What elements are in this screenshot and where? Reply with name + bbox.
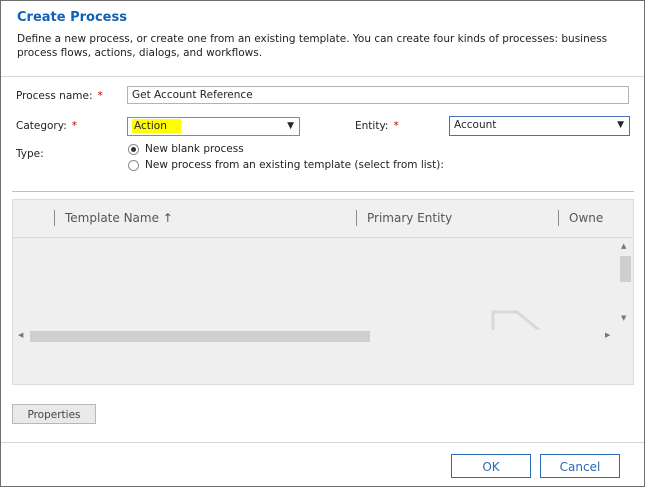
empty-grid-watermark-icon [491,310,540,330]
type-label: Type: [16,148,44,160]
entity-label: Entity: * [355,120,399,132]
process-name-input[interactable] [127,86,629,104]
create-process-dialog: Create Process Define a new process, or … [0,0,645,487]
dialog-title: Create Process [17,10,127,25]
vertical-scroll-thumb[interactable] [620,256,631,282]
dropdown-arrow-icon: ▼ [287,121,294,131]
ok-button[interactable]: OK [451,454,531,478]
column-separator [54,210,55,226]
grid-header: Template Name ↑ Primary Entity Owne [13,200,633,238]
scroll-down-icon[interactable]: ▼ [621,314,626,322]
process-name-label: Process name: * [16,90,103,102]
required-marker: * [97,90,103,102]
category-label: Category: * [16,120,77,132]
column-separator [356,210,357,226]
category-select[interactable]: Action ▼ [127,117,300,136]
column-owner[interactable]: Owne [569,211,603,225]
vertical-scrollbar[interactable]: ▲ ▼ [617,240,633,326]
properties-button[interactable]: Properties [12,404,96,424]
category-selected-value: Action [132,119,181,133]
template-grid: Template Name ↑ Primary Entity Owne ▲ ▼ … [12,199,634,385]
category-label-text: Category: [16,120,67,132]
dialog-header: Create Process Define a new process, or … [1,1,644,77]
horizontal-scrollbar[interactable]: ◀ ▶ [13,328,617,344]
dropdown-arrow-icon: ▼ [617,120,624,130]
radio-label: New blank process [145,143,244,155]
radio-unchecked-icon[interactable] [128,159,139,171]
scroll-left-icon[interactable]: ◀ [18,331,23,339]
scroll-right-icon[interactable]: ▶ [605,331,610,339]
entity-select[interactable]: Account ▼ [449,116,630,136]
column-template-name[interactable]: Template Name ↑ [65,211,173,225]
required-marker: * [71,120,77,132]
entity-label-text: Entity: [355,120,389,132]
radio-label: New process from an existing template (s… [145,159,444,171]
radio-checked-icon[interactable] [128,143,139,155]
footer-divider [1,442,644,443]
radio-new-blank-process[interactable]: New blank process [128,143,244,155]
required-marker: * [393,120,399,132]
section-divider [12,191,634,192]
column-primary-entity[interactable]: Primary Entity [367,211,452,225]
entity-selected-value: Account [454,119,497,131]
horizontal-scroll-thumb[interactable] [30,331,370,342]
column-separator [558,210,559,226]
dialog-description: Define a new process, or create one from… [17,33,608,59]
process-name-label-text: Process name: [16,90,93,102]
scroll-up-icon[interactable]: ▲ [621,242,626,250]
radio-from-template[interactable]: New process from an existing template (s… [128,159,444,171]
cancel-button[interactable]: Cancel [540,454,620,478]
